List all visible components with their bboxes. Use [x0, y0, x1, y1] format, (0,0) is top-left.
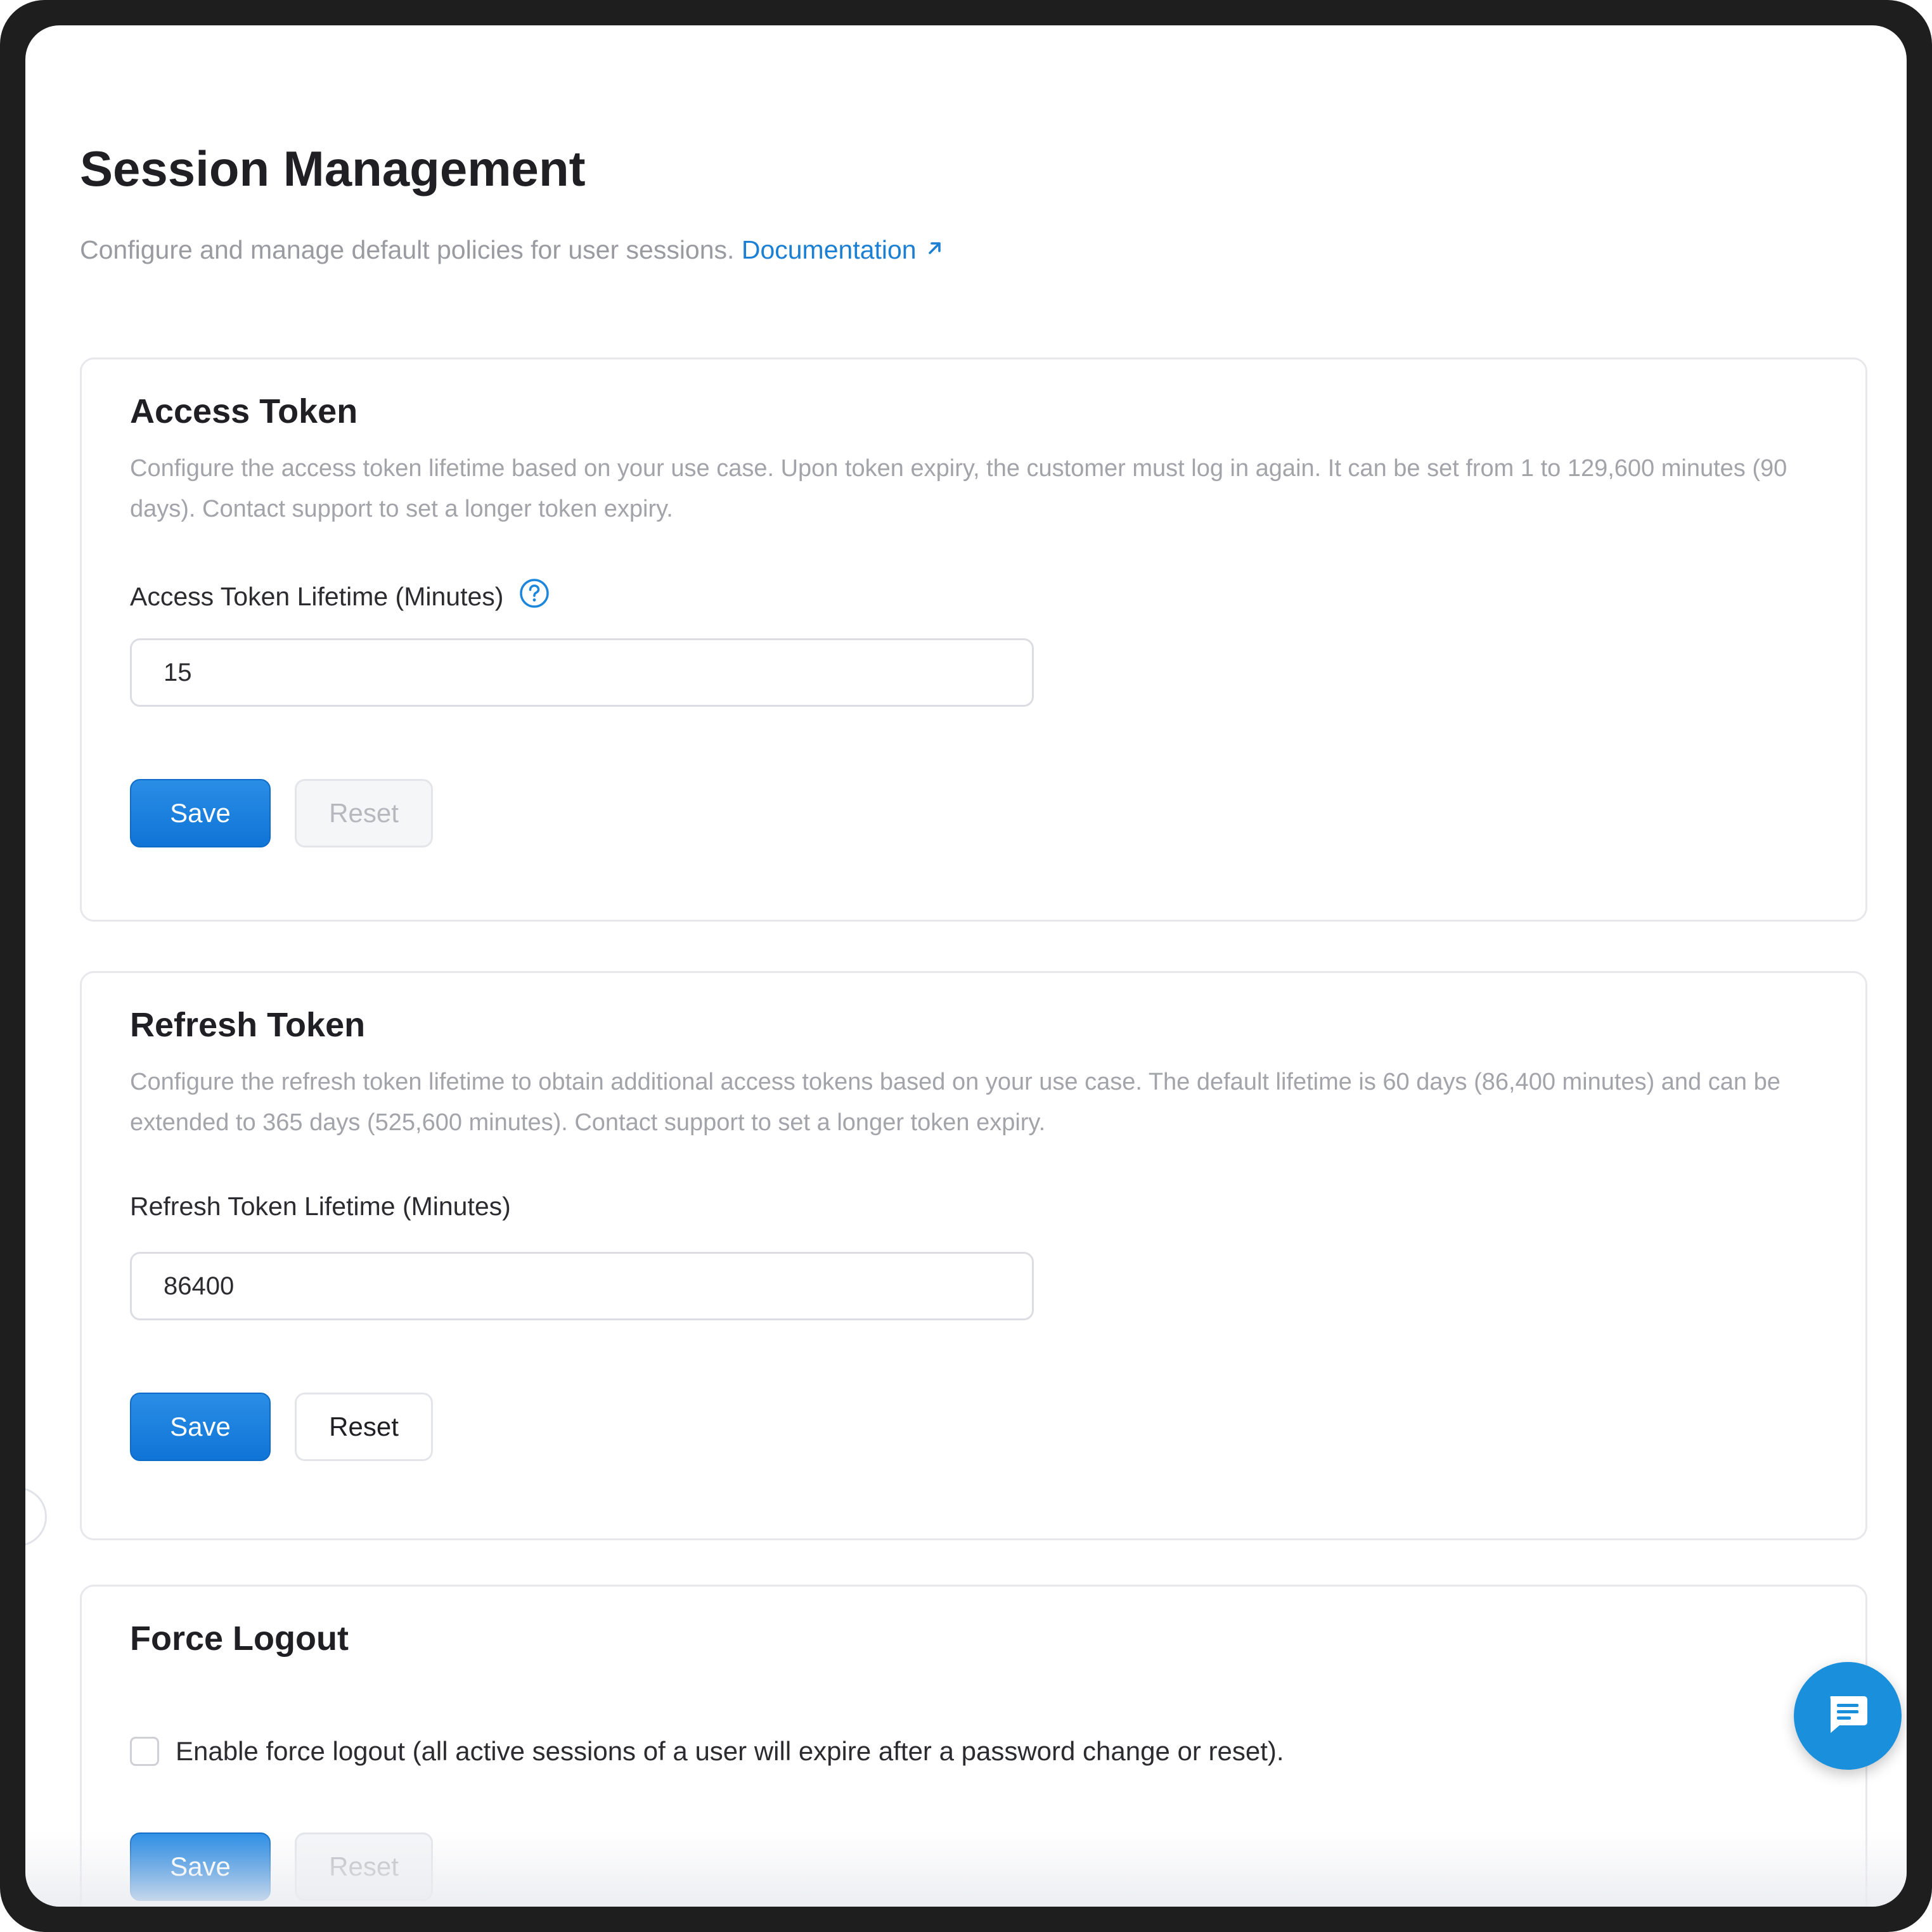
access-token-card: Access Token Configure the access token …	[80, 357, 1867, 922]
refresh-token-field-label: Refresh Token Lifetime (Minutes)	[130, 1191, 511, 1222]
chat-button[interactable]	[1794, 1662, 1902, 1770]
screen: Session Management Configure and manage …	[25, 25, 1907, 1907]
force-logout-option[interactable]: Enable force logout (all active sessions…	[130, 1736, 1284, 1767]
refresh-token-description: Configure the refresh token lifetime to …	[130, 1069, 1781, 1136]
access-token-lifetime-input[interactable]	[130, 638, 1034, 707]
documentation-link[interactable]: Documentation	[742, 235, 944, 264]
force-logout-title: Force Logout	[130, 1620, 349, 1658]
refresh-token-reset-button[interactable]: Reset	[295, 1393, 433, 1461]
force-logout-checkbox[interactable]	[130, 1737, 159, 1766]
refresh-token-title: Refresh Token	[130, 1006, 366, 1044]
page-subtitle-text: Configure and manage default policies fo…	[80, 235, 735, 264]
force-logout-checkbox-label: Enable force logout (all active sessions…	[176, 1736, 1284, 1766]
refresh-token-card: Refresh Token Configure the refresh toke…	[80, 971, 1867, 1540]
arrow-up-right-icon	[925, 232, 944, 266]
device-frame: Session Management Configure and manage …	[0, 0, 1932, 1932]
chat-bubble-icon	[1826, 1694, 1870, 1739]
access-token-title: Access Token	[130, 392, 358, 430]
page-subtitle: Configure and manage default policies fo…	[80, 233, 944, 267]
sidebar-toggle-handle[interactable]	[25, 1487, 47, 1547]
documentation-link-label: Documentation	[741, 235, 917, 264]
refresh-token-field-label-text: Refresh Token Lifetime (Minutes)	[130, 1192, 511, 1221]
force-logout-reset-button[interactable]: Reset	[295, 1832, 433, 1901]
refresh-token-lifetime-input[interactable]	[130, 1252, 1034, 1320]
page-title: Session Management	[80, 141, 586, 196]
access-token-description: Configure the access token lifetime base…	[130, 455, 1787, 522]
access-token-reset-button[interactable]: Reset	[295, 779, 433, 847]
access-token-field-label: Access Token Lifetime (Minutes)	[130, 577, 550, 616]
access-token-field-label-text: Access Token Lifetime (Minutes)	[130, 582, 504, 611]
force-logout-save-button[interactable]: Save	[130, 1832, 271, 1901]
refresh-token-save-button[interactable]: Save	[130, 1393, 271, 1461]
question-circle-icon[interactable]	[518, 577, 550, 616]
force-logout-card: Force Logout Enable force logout (all ac…	[80, 1585, 1867, 1907]
access-token-save-button[interactable]: Save	[130, 779, 271, 847]
